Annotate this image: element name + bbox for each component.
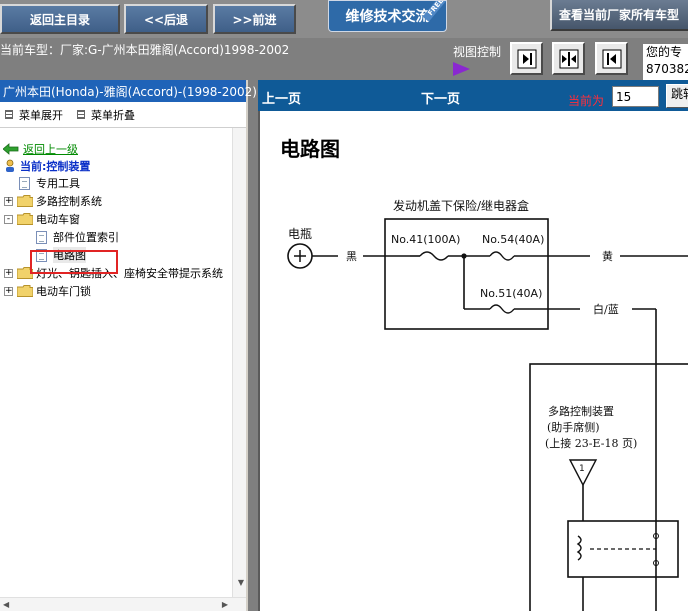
tree-item-power-windows[interactable]: - 电动车窗 bbox=[0, 210, 246, 228]
view-control-label: 视图控制 bbox=[453, 45, 502, 59]
tree-item-special-tools[interactable]: 专用工具 bbox=[0, 174, 246, 192]
forward-button[interactable]: >>前进 bbox=[213, 4, 296, 34]
menu-list-icon bbox=[5, 110, 13, 119]
menu-list-icon bbox=[77, 110, 85, 119]
pagination-bar: 上一页 下一页 当前为 跳转 bbox=[258, 80, 688, 111]
expand-left-icon bbox=[602, 49, 621, 68]
view-control-arrow-icon bbox=[453, 62, 470, 76]
highlight-box bbox=[30, 250, 118, 274]
folder-icon bbox=[17, 285, 33, 297]
fuse-41-label: No.41(100A) bbox=[391, 233, 460, 246]
current-page-label: 当前为 bbox=[568, 94, 605, 108]
wire-color-yellow: 黄 bbox=[602, 249, 613, 263]
fuse-54-label: No.54(40A) bbox=[482, 233, 544, 246]
vertical-scrollbar[interactable]: ▼ bbox=[232, 128, 246, 611]
tree-item-component-index[interactable]: 部件位置索引 bbox=[0, 228, 246, 246]
tree-item-multiplex-control[interactable]: + 多路控制系统 bbox=[0, 192, 246, 210]
tree-item-label: 多路控制系统 bbox=[36, 195, 102, 208]
expand-menu-label: 菜单展开 bbox=[19, 108, 63, 122]
info-line: 当前车型：厂家:G-广州本田雅阁(Accord)1998-2002 视图控制 您… bbox=[0, 38, 688, 80]
fuse-54-symbol bbox=[489, 251, 515, 261]
wiring-diagram: 发动机盖下保险/继电器盒 电瓶 黑 No.41(100A) No.54(40A)… bbox=[287, 198, 688, 611]
current-location-icon bbox=[6, 159, 14, 172]
left-navigation-panel: 广州本田(Honda)-雅阁(Accord)-(1998-2002) 菜单展开 … bbox=[0, 80, 257, 611]
back-up-row[interactable]: 返回上一级 bbox=[0, 140, 246, 157]
horizontal-scrollbar[interactable]: ◀ ▶ bbox=[0, 597, 246, 611]
tree-item-label: 电动车窗 bbox=[36, 213, 80, 226]
document-icon bbox=[36, 230, 47, 244]
fuse-41-symbol bbox=[419, 251, 449, 261]
back-button[interactable]: <<后退 bbox=[124, 4, 208, 34]
scroll-right-icon[interactable]: ▶ bbox=[222, 600, 228, 609]
view-split-button[interactable] bbox=[552, 42, 585, 75]
view-all-models-button[interactable]: 查看当前厂家所有车型 bbox=[550, 0, 688, 31]
collapse-toggle-icon[interactable]: - bbox=[4, 214, 13, 224]
scroll-left-icon[interactable]: ◀ bbox=[3, 600, 9, 609]
fuse-51-label: No.51(40A) bbox=[480, 287, 542, 300]
content-panel: 上一页 下一页 当前为 跳转 电路图 发动机盖下保险/继电器盒 电瓶 黑 No.… bbox=[258, 80, 688, 611]
vehicle-header: 广州本田(Honda)-雅阁(Accord)-(1998-2002) bbox=[0, 80, 257, 102]
tree-item-label: 部件位置索引 bbox=[53, 231, 119, 244]
expand-toggle-icon[interactable]: + bbox=[4, 268, 13, 278]
connector-marker-number: 1 bbox=[579, 464, 585, 474]
open-folder-icon bbox=[17, 213, 33, 225]
back-to-main-button[interactable]: 返回主目录 bbox=[0, 4, 120, 34]
expand-toggle-icon[interactable]: + bbox=[4, 196, 13, 206]
back-up-link[interactable]: 返回上一级 bbox=[23, 141, 78, 157]
fuse-box-label: 发动机盖下保险/继电器盒 bbox=[393, 198, 529, 213]
tree-item-power-door-locks[interactable]: + 电动车门锁 bbox=[0, 282, 246, 300]
module-label-line3: (上接 23-E-18 页) bbox=[545, 437, 637, 450]
module-label-line1: 多路控制装置 bbox=[548, 404, 614, 418]
expand-menu-button[interactable]: 菜单展开 bbox=[5, 107, 63, 123]
view-expand-left-button[interactable] bbox=[595, 42, 628, 75]
collapse-menu-button[interactable]: 菜单折叠 bbox=[77, 107, 135, 123]
diagram-document: 电路图 发动机盖下保险/继电器盒 电瓶 黑 No.41(100A) No.54(… bbox=[258, 111, 688, 611]
user-info-box: 您的专 870382 bbox=[643, 44, 688, 80]
split-view-icon bbox=[559, 49, 578, 68]
next-page-link[interactable]: 下一页 bbox=[421, 88, 460, 107]
fuse-51-symbol bbox=[489, 304, 515, 314]
battery-label: 电瓶 bbox=[288, 227, 312, 241]
category-tree: 返回上一级 当前:控制装置 专用工具 + 多路控制系统 - 电动车窗 部件位置索… bbox=[0, 128, 246, 300]
top-navigation-bar: 返回主目录 <<后退 >>前进 维修技术交流 FREE 查看当前厂家所有车型 bbox=[0, 0, 688, 38]
folder-icon bbox=[17, 195, 33, 207]
wire-color-black: 黑 bbox=[346, 250, 357, 263]
previous-page-link[interactable]: 上一页 bbox=[262, 88, 301, 107]
tree-item-label: 电动车门锁 bbox=[36, 285, 91, 298]
current-car-type: 当前车型：厂家:G-广州本田雅阁(Accord)1998-2002 bbox=[0, 43, 290, 57]
tech-exchange-button[interactable]: 维修技术交流 FREE bbox=[328, 0, 447, 32]
wire-color-white-blue: 白/蓝 bbox=[593, 302, 619, 316]
tree-item-label: 专用工具 bbox=[36, 177, 80, 190]
expand-toggle-icon[interactable]: + bbox=[4, 286, 13, 296]
page-number-input[interactable] bbox=[612, 86, 659, 107]
jump-button[interactable]: 跳转 bbox=[666, 84, 688, 108]
expand-right-icon bbox=[517, 49, 536, 68]
menu-toolbar: 菜单展开 菜单折叠 bbox=[0, 102, 246, 128]
relay-coil-symbol bbox=[576, 535, 582, 561]
document-icon bbox=[19, 176, 30, 190]
control-module-outline bbox=[529, 363, 688, 611]
back-arrow-icon bbox=[3, 142, 19, 155]
tech-exchange-label: 维修技术交流 bbox=[345, 9, 430, 25]
view-expand-right-button[interactable] bbox=[510, 42, 543, 75]
scroll-down-icon[interactable]: ▼ bbox=[238, 578, 244, 587]
module-label-line2: (助手席侧) bbox=[547, 420, 600, 434]
user-info-line2: 870382 bbox=[646, 62, 688, 76]
current-section-label: 当前:控制装置 bbox=[20, 159, 91, 173]
relay-outline bbox=[567, 520, 679, 578]
free-badge: FREE bbox=[422, 1, 446, 22]
current-section: 当前:控制装置 bbox=[0, 157, 246, 174]
collapse-menu-label: 菜单折叠 bbox=[91, 108, 135, 122]
user-info-line1: 您的专 bbox=[646, 45, 683, 59]
